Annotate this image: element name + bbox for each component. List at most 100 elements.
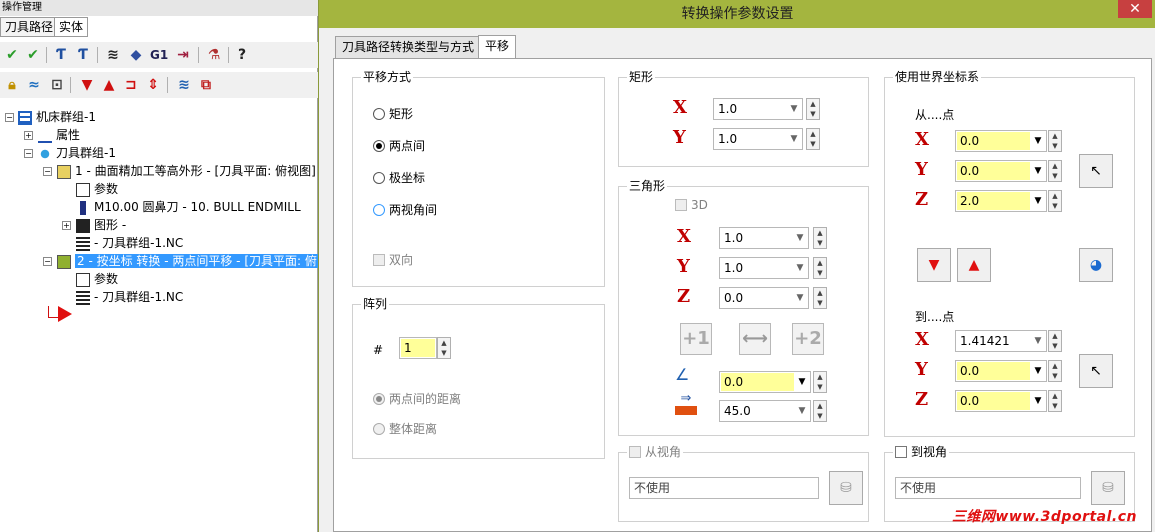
tab-transform-type[interactable]: 刀具路径转换类型与方式: [335, 36, 482, 58]
tri-distance-input[interactable]: 45.0 ▼: [719, 400, 811, 422]
rect-y-spinner[interactable]: ▲ ▼: [806, 128, 820, 150]
spin-up-icon[interactable]: ▲: [438, 338, 450, 348]
radio-two-points[interactable]: 两点间: [373, 138, 425, 154]
to-x-spinner[interactable]: ▲ ▼: [1048, 330, 1062, 352]
tab-solids[interactable]: 实体: [54, 17, 89, 37]
spin-up-icon[interactable]: ▲: [1049, 191, 1061, 201]
select-view-icon[interactable]: ⛁: [1091, 471, 1125, 505]
spin-up-icon[interactable]: ▲: [1049, 391, 1061, 401]
tri-z-input[interactable]: 0.0 ▼: [719, 287, 809, 309]
show-toolpaths-icon[interactable]: ≋: [175, 76, 193, 94]
spin-up-icon[interactable]: ▲: [814, 228, 826, 238]
to-y-input[interactable]: 0.0 ▼: [955, 360, 1047, 382]
select-all-icon[interactable]: ✔: [3, 46, 21, 64]
dropdown-arrow-icon[interactable]: ▼: [1032, 391, 1044, 411]
spin-down-icon[interactable]: ▼: [807, 139, 819, 149]
insert-after-icon[interactable]: ⊐: [122, 76, 140, 94]
to-x-input[interactable]: 1.41421 ▼: [955, 330, 1047, 352]
dropdown-arrow-icon[interactable]: ▼: [794, 258, 806, 278]
move-up-icon[interactable]: ▲: [100, 76, 118, 94]
dropdown-arrow-icon[interactable]: ▼: [1032, 361, 1044, 381]
radio-distance-between[interactable]: 两点间的距离: [373, 391, 461, 407]
from-view-checkbox[interactable]: [629, 445, 641, 458]
spin-down-icon[interactable]: ▼: [1049, 371, 1061, 381]
to-z-input[interactable]: 0.0 ▼: [955, 390, 1047, 412]
spin-down-icon[interactable]: ▼: [814, 268, 826, 278]
spin-down-icon[interactable]: ▼: [1049, 141, 1061, 151]
select-from-point-button[interactable]: ↖: [1079, 154, 1113, 188]
checkbox-3d[interactable]: 3D: [675, 197, 708, 213]
to-view-checkbox[interactable]: [895, 445, 907, 458]
toggle-display-icon[interactable]: ≈: [25, 76, 43, 94]
lock-icon[interactable]: 🔒︎: [3, 76, 21, 94]
checkbox-bidirectional[interactable]: 双向: [373, 252, 413, 268]
spin-up-icon[interactable]: ▲: [807, 129, 819, 139]
tri-angle-spinner[interactable]: ▲ ▼: [813, 371, 827, 393]
g1-post-icon[interactable]: G1: [150, 46, 168, 64]
select-to-point-button[interactable]: ↖: [1079, 354, 1113, 388]
collapse-icon[interactable]: −: [24, 149, 33, 158]
tri-y-input[interactable]: 1.0 ▼: [719, 257, 809, 279]
tab-toolpath[interactable]: 刀具路径: [0, 17, 59, 37]
tree-toolpath-group[interactable]: 刀具群组-1: [38, 144, 116, 162]
rect-x-spinner[interactable]: ▲ ▼: [806, 98, 820, 120]
spin-up-icon[interactable]: ▲: [814, 288, 826, 298]
spin-up-icon[interactable]: ▲: [807, 99, 819, 109]
verify-icon[interactable]: ◆: [127, 46, 145, 64]
move-down-button[interactable]: ▼: [917, 248, 951, 282]
radio-polar[interactable]: 极坐标: [373, 170, 425, 186]
spin-down-icon[interactable]: ▼: [1049, 401, 1061, 411]
tree-op1-tool[interactable]: M10.00 圆鼻刀 - 10. BULL ENDMILL: [76, 198, 317, 216]
move-up-button[interactable]: ▲: [957, 248, 991, 282]
spin-up-icon[interactable]: ▲: [814, 258, 826, 268]
regenerate-dirty-icon[interactable]: Ƭ: [74, 46, 92, 64]
spin-down-icon[interactable]: ▼: [814, 238, 826, 248]
close-button[interactable]: ✕: [1118, 0, 1152, 18]
dropdown-arrow-icon[interactable]: ▼: [1032, 191, 1044, 211]
tree-operation-2[interactable]: 2 - 按坐标 转换 - 两点间平移 - [刀具平面: 俯: [57, 252, 318, 270]
insert-arrow-icon[interactable]: [58, 306, 72, 322]
spin-up-icon[interactable]: ▲: [1049, 361, 1061, 371]
toggle-posting-icon[interactable]: ⊡: [48, 76, 66, 94]
spin-up-icon[interactable]: ▲: [1049, 161, 1061, 171]
from-view-field[interactable]: 不使用: [629, 477, 819, 499]
tri-x-spinner[interactable]: ▲ ▼: [813, 227, 827, 249]
tri-x-input[interactable]: 1.0 ▼: [719, 227, 809, 249]
help-icon[interactable]: ?: [233, 46, 251, 64]
spin-down-icon[interactable]: ▼: [1049, 341, 1061, 351]
radio-total-distance[interactable]: 整体距离: [373, 421, 437, 437]
spin-down-icon[interactable]: ▼: [814, 411, 826, 421]
rect-x-input[interactable]: 1.0 ▼: [713, 98, 803, 120]
rect-y-input[interactable]: 1.0 ▼: [713, 128, 803, 150]
collapse-icon[interactable]: −: [43, 167, 52, 176]
spin-down-icon[interactable]: ▼: [807, 109, 819, 119]
tri-distance-spinner[interactable]: ▲ ▼: [813, 400, 827, 422]
tree-machine-group[interactable]: 机床群组-1: [18, 108, 96, 126]
tri-angle-input[interactable]: 0.0 ▼: [719, 371, 811, 393]
regenerate-icon[interactable]: Ƭ: [52, 46, 70, 64]
dropdown-arrow-icon[interactable]: ▼: [796, 372, 808, 392]
view-origin-button[interactable]: ◕: [1079, 248, 1113, 282]
select-point-2-button[interactable]: +2: [792, 323, 824, 355]
spin-up-icon[interactable]: ▲: [1049, 131, 1061, 141]
dropdown-arrow-icon[interactable]: ▼: [794, 228, 806, 248]
to-y-spinner[interactable]: ▲ ▼: [1048, 360, 1062, 382]
backplot-icon[interactable]: ≋: [104, 46, 122, 64]
insert-arrow-icon[interactable]: ⇕: [144, 76, 162, 94]
dropdown-arrow-icon[interactable]: ▼: [1032, 161, 1044, 181]
select-point-1-button[interactable]: +1: [680, 323, 712, 355]
from-x-spinner[interactable]: ▲ ▼: [1048, 130, 1062, 152]
to-z-spinner[interactable]: ▲ ▼: [1048, 390, 1062, 412]
radio-rectangle[interactable]: 矩形: [373, 106, 413, 122]
collapse-icon[interactable]: −: [43, 257, 52, 266]
radio-two-views[interactable]: 两视角间: [373, 202, 437, 218]
distance-icon[interactable]: ⟷: [739, 323, 771, 355]
spin-down-icon[interactable]: ▼: [814, 382, 826, 392]
spin-up-icon[interactable]: ▲: [814, 401, 826, 411]
from-z-spinner[interactable]: ▲ ▼: [1048, 190, 1062, 212]
from-z-input[interactable]: 2.0 ▼: [955, 190, 1047, 212]
dropdown-arrow-icon[interactable]: ▼: [1032, 131, 1044, 151]
tri-y-spinner[interactable]: ▲ ▼: [813, 257, 827, 279]
select-dirty-icon[interactable]: ✔: [24, 46, 42, 64]
post-selected-icon[interactable]: ⇥: [174, 46, 192, 64]
